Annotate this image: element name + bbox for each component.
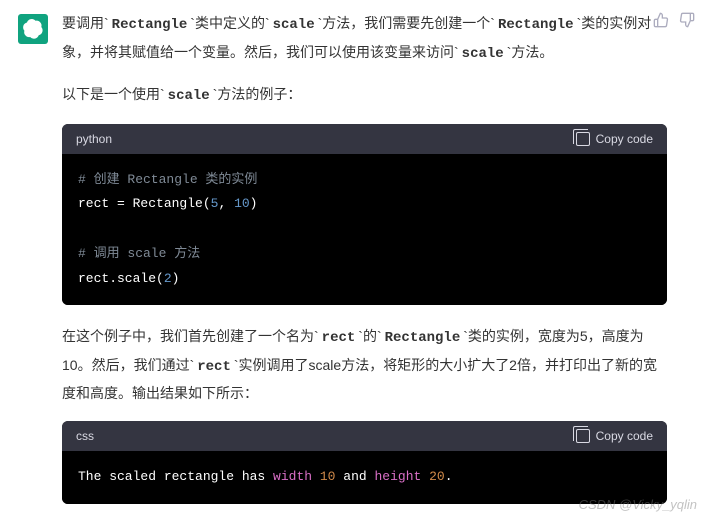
inline-code: Rectangle	[382, 329, 464, 347]
assistant-avatar	[18, 14, 48, 44]
inline-code: Rectangle	[109, 16, 191, 34]
inline-code: rect	[319, 329, 359, 347]
message-row: 要调用`Rectangle`类中定义的`scale`方法，我们需要先创建一个`R…	[0, 0, 715, 532]
inline-code: rect	[194, 358, 234, 376]
copy-icon	[576, 132, 590, 146]
inline-code: scale	[459, 45, 507, 63]
code-content: The scaled rectangle has width 10 and he…	[62, 451, 667, 504]
paragraph-2: 以下是一个使用`scale`方法的例子：	[62, 81, 667, 110]
message-content: 要调用`Rectangle`类中定义的`scale`方法，我们需要先创建一个`R…	[62, 10, 697, 522]
paragraph-3: 在这个例子中，我们首先创建了一个名为`rect`的`Rectangle`类的实例…	[62, 323, 667, 407]
inline-code: scale	[165, 87, 213, 105]
paragraph-1: 要调用`Rectangle`类中定义的`scale`方法，我们需要先创建一个`R…	[62, 10, 667, 67]
copy-code-button[interactable]: Copy code	[576, 429, 653, 443]
thumbs-up-icon[interactable]	[653, 12, 669, 31]
inline-code: scale	[270, 16, 318, 34]
copy-code-button[interactable]: Copy code	[576, 132, 653, 146]
code-header: python Copy code	[62, 124, 667, 154]
code-lang-label: python	[76, 132, 112, 146]
code-block-python: python Copy code # 创建 Rectangle 类的实例 rec…	[62, 124, 667, 305]
copy-icon	[576, 429, 590, 443]
feedback-buttons	[653, 12, 695, 31]
thumbs-down-icon[interactable]	[679, 12, 695, 31]
code-header: css Copy code	[62, 421, 667, 451]
code-lang-label: css	[76, 429, 94, 443]
code-block-css: css Copy code The scaled rectangle has w…	[62, 421, 667, 504]
code-content: # 创建 Rectangle 类的实例 rect = Rectangle(5, …	[62, 154, 667, 305]
inline-code: Rectangle	[495, 16, 577, 34]
